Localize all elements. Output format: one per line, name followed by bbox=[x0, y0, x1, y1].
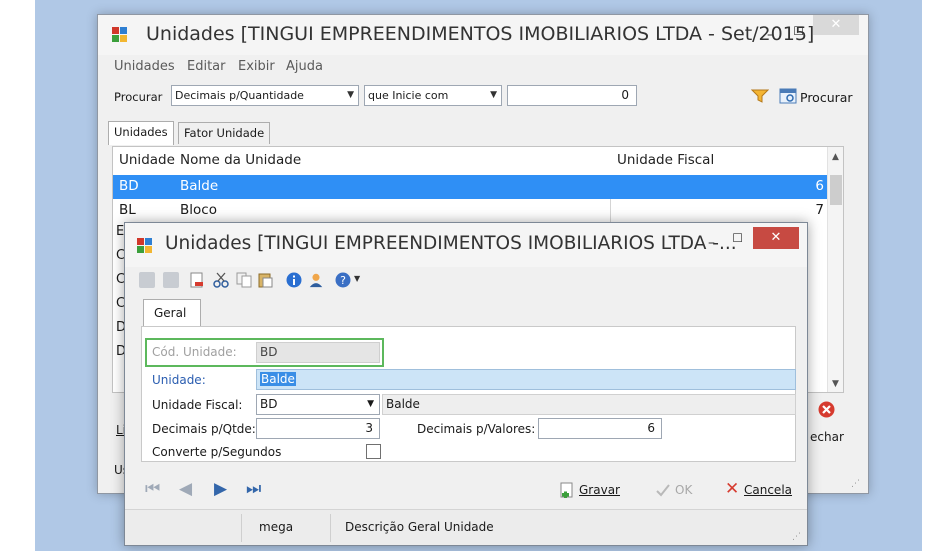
check-icon bbox=[656, 484, 670, 497]
unidade-fiscal-description: Balde bbox=[382, 394, 796, 415]
unit-edit-dialog: Unidades [TINGUI EMPREENDIMENTOS IMOBILI… bbox=[124, 222, 808, 546]
dialog-title: Unidades [TINGUI EMPREENDIMENTOS IMOBILI… bbox=[165, 233, 737, 254]
general-panel: Cód. Unidade: BD Unidade: Balde Unidade … bbox=[141, 326, 796, 462]
procurar-button[interactable]: Procurar bbox=[800, 90, 853, 105]
minimize-button[interactable]: – bbox=[767, 25, 774, 45]
filter-icon[interactable] bbox=[751, 89, 769, 103]
copy-icon[interactable] bbox=[236, 272, 252, 288]
paste-icon[interactable] bbox=[257, 272, 273, 288]
cancelar-button[interactable]: Cancela bbox=[744, 483, 792, 497]
chevron-down-icon: ▼ bbox=[490, 90, 497, 100]
close-circle-icon[interactable] bbox=[818, 401, 835, 418]
title-bar[interactable]: Unidades [TINGUI EMPREENDIMENTOS IMOBILI… bbox=[98, 15, 868, 55]
column-header-nome[interactable]: Nome da Unidade bbox=[180, 152, 301, 168]
gravar-button[interactable]: Gravar bbox=[579, 483, 620, 497]
dialog-title-bar[interactable]: Unidades [TINGUI EMPREENDIMENTOS IMOBILI… bbox=[125, 223, 807, 267]
decimais-valores-field[interactable]: 6 bbox=[538, 418, 662, 439]
save-icon bbox=[560, 482, 573, 498]
close-button[interactable]: ✕ bbox=[753, 227, 799, 249]
unidade-field[interactable]: Balde bbox=[256, 369, 796, 390]
unidade-value: Balde bbox=[260, 372, 296, 386]
search-bar: Procurar Decimais p/Quantidade ▼ que Ini… bbox=[98, 84, 868, 112]
column-header-unidade[interactable]: Unidade bbox=[119, 152, 175, 168]
decimais-valores-label: Decimais p/Valores: bbox=[417, 422, 536, 436]
new-document-icon[interactable] bbox=[189, 272, 205, 288]
dialog-toolbar: ? ▼ bbox=[125, 267, 807, 293]
chevron-down-icon: ▼ bbox=[347, 90, 354, 100]
help-icon[interactable]: ? bbox=[335, 272, 351, 288]
search-label: Procurar bbox=[114, 90, 163, 104]
search-window-icon bbox=[779, 88, 797, 104]
scroll-up-icon[interactable]: ▲ bbox=[832, 152, 839, 162]
cell-fiscal: 6 bbox=[815, 178, 824, 194]
menu-bar: Unidades Editar Exibir Ajuda bbox=[98, 57, 868, 77]
last-record-icon[interactable]: ⏭ bbox=[246, 479, 261, 499]
search-field-value: Decimais p/Quantidade bbox=[175, 89, 304, 102]
decimais-qtde-label: Decimais p/Qtde: bbox=[152, 422, 256, 436]
app-icon bbox=[137, 238, 153, 254]
first-disabled-icon bbox=[139, 272, 155, 288]
previous-record-icon[interactable]: ◀ bbox=[179, 479, 192, 499]
undo-icon bbox=[163, 272, 179, 288]
column-header-fiscal[interactable]: Unidade Fiscal bbox=[617, 152, 714, 168]
app-icon bbox=[112, 27, 128, 43]
resize-grip-icon[interactable]: ⋰ bbox=[851, 479, 860, 489]
menu-editar[interactable]: Editar bbox=[187, 59, 226, 74]
status-divider bbox=[330, 514, 331, 542]
vertical-scrollbar[interactable]: ▲ ▼ bbox=[827, 147, 843, 392]
row-initial: E bbox=[116, 224, 125, 239]
unidade-label: Unidade: bbox=[152, 373, 206, 387]
status-description: Descrição Geral Unidade bbox=[345, 520, 494, 534]
unidade-fiscal-select[interactable]: BD ▼ bbox=[256, 394, 380, 415]
minimize-button[interactable]: – bbox=[708, 233, 715, 253]
cancel-x-icon: ✕ bbox=[725, 479, 740, 499]
window-title: Unidades [TINGUI EMPREENDIMENTOS IMOBILI… bbox=[146, 23, 815, 45]
fechar-button[interactable]: echar bbox=[810, 430, 844, 444]
maximize-button[interactable]: ☐ bbox=[732, 228, 743, 248]
cell-code: BD bbox=[119, 178, 139, 194]
maximize-button[interactable]: ☐ bbox=[793, 21, 804, 41]
cod-unidade-label: Cód. Unidade: bbox=[152, 345, 237, 359]
search-mode-value: que Inicie com bbox=[368, 89, 449, 102]
resize-grip-icon[interactable]: ⋰ bbox=[792, 532, 801, 542]
search-field-select[interactable]: Decimais p/Quantidade ▼ bbox=[171, 85, 359, 106]
cut-icon[interactable] bbox=[213, 272, 229, 288]
scroll-thumb[interactable] bbox=[830, 175, 842, 205]
status-divider bbox=[241, 514, 242, 542]
table-row[interactable]: BL Bloco 7 bbox=[113, 199, 830, 223]
unidade-fiscal-value: BD bbox=[260, 397, 278, 411]
converte-segundos-checkbox[interactable] bbox=[366, 444, 381, 459]
status-user: mega bbox=[259, 520, 294, 534]
cell-fiscal: 7 bbox=[815, 202, 824, 218]
cell-code: BL bbox=[119, 202, 136, 218]
user-icon[interactable] bbox=[308, 272, 324, 288]
record-navigation: ⏮ ◀ ▶ ⏭ Gravar OK ✕ Cancela bbox=[125, 476, 807, 502]
menu-unidades[interactable]: Unidades bbox=[114, 59, 175, 74]
cell-name: Bloco bbox=[180, 202, 217, 218]
next-record-icon[interactable]: ▶ bbox=[214, 479, 227, 499]
table-row[interactable]: BD Balde 6 bbox=[113, 175, 830, 199]
chevron-down-icon: ▼ bbox=[367, 399, 374, 409]
cod-unidade-field: BD bbox=[256, 342, 380, 363]
search-input[interactable]: 0 bbox=[507, 85, 637, 106]
status-bar: mega Descrição Geral Unidade ⋰ bbox=[125, 509, 807, 545]
tab-unidades[interactable]: Unidades bbox=[108, 121, 174, 145]
tab-fator-unidade[interactable]: Fator Unidade bbox=[178, 122, 271, 144]
cell-name: Balde bbox=[180, 178, 219, 194]
info-icon[interactable] bbox=[286, 272, 302, 288]
unidade-fiscal-label: Unidade Fiscal: bbox=[152, 398, 243, 412]
close-button[interactable]: ✕ bbox=[813, 15, 859, 35]
decimais-qtde-field[interactable]: 3 bbox=[256, 418, 380, 439]
tab-geral[interactable]: Geral bbox=[143, 299, 201, 327]
menu-exibir[interactable]: Exibir bbox=[238, 59, 275, 74]
menu-ajuda[interactable]: Ajuda bbox=[286, 59, 323, 74]
ok-button[interactable]: OK bbox=[675, 483, 692, 497]
search-mode-select[interactable]: que Inicie com ▼ bbox=[364, 85, 502, 106]
chevron-down-icon[interactable]: ▼ bbox=[354, 274, 360, 283]
scroll-down-icon[interactable]: ▼ bbox=[832, 379, 839, 389]
first-record-icon[interactable]: ⏮ bbox=[145, 479, 160, 499]
svg-text:?: ? bbox=[340, 274, 346, 287]
converte-segundos-label: Converte p/Segundos bbox=[152, 445, 282, 459]
